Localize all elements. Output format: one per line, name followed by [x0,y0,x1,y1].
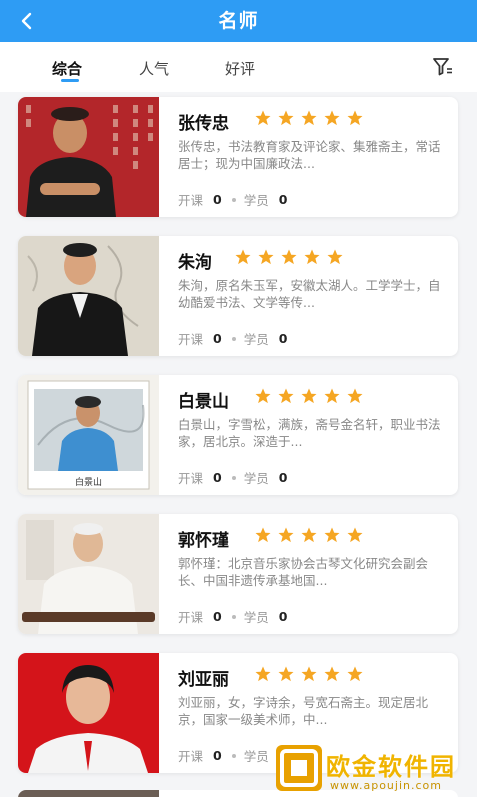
students-count: 0 [278,331,288,346]
teacher-photo [18,236,159,356]
separator-dot [231,475,236,480]
courses-count: 0 [213,609,222,624]
courses-count: 0 [213,748,222,763]
teacher-description: 朱洵，原名朱玉军，安徽太湖人。工学学士，自幼酷爱书法、文学等传... [178,278,441,310]
teacher-name: 郭怀瑾 [178,531,229,551]
courses-label: 开课 [178,471,204,486]
star-icon [303,248,321,266]
star-icon [254,109,272,127]
teacher-photo [18,514,159,634]
teacher-stats: 开课 0 学员 0 [178,329,293,348]
star-icon [257,248,275,266]
active-tab-indicator [61,79,79,82]
teacher-stats: 开课 0 学员 0 [178,468,293,487]
app-header: 名师 [0,0,477,42]
teacher-photo [18,97,159,217]
courses-count: 0 [213,331,222,346]
star-icon [323,526,341,544]
students-label: 学员 [243,471,269,486]
star-icon [277,665,295,683]
separator-dot [231,336,236,341]
rating-stars [254,109,364,129]
students-label: 学员 [243,193,269,208]
star-icon [346,109,364,127]
star-icon [323,109,341,127]
star-icon [280,248,298,266]
rating-stars [254,665,364,685]
teacher-photo: 白景山 [18,375,159,495]
students-label: 学员 [243,610,269,625]
tab-bar: 综合 人气 好评 [0,42,477,92]
teacher-stats: 开课 0 学员 0 [178,607,293,626]
star-icon [254,387,272,405]
tab-popularity[interactable]: 人气 [139,58,169,79]
courses-label: 开课 [178,610,204,625]
star-icon [346,526,364,544]
star-icon [234,248,252,266]
star-icon [346,665,364,683]
star-icon [300,387,318,405]
photo-caption: 白景山 [74,478,102,488]
courses-label: 开课 [178,193,204,208]
star-icon [323,387,341,405]
teacher-photo [18,790,159,797]
courses-count: 0 [213,470,222,485]
courses-count: 0 [213,192,222,207]
star-icon [300,665,318,683]
teacher-description: 张传忠，书法教育家及评论家、集雅斋主，常话居士；现为中国廉政法... [178,139,441,171]
teacher-card[interactable]: 白景山 白景山 白景山，字雪松，满族，斋号金名轩，职业书法家，居北京。深造于..… [18,375,458,495]
filter-button[interactable] [432,56,454,78]
watermark-logo-icon [276,745,322,791]
star-icon [346,387,364,405]
students-count: 0 [278,470,288,485]
teacher-description: 白景山，字雪松，满族，斋号金名轩，职业书法家，居北京。深造于... [178,417,441,449]
teacher-description: 郭怀瑾：北京音乐家协会古琴文化研究会副会长、中国非遗传承基地国... [178,556,429,588]
star-icon [300,109,318,127]
star-icon [277,387,295,405]
star-icon [254,526,272,544]
watermark: 欧金软件园 www.apoujin.com [276,745,472,795]
courses-label: 开课 [178,332,204,347]
separator-dot [231,614,236,619]
star-icon [277,526,295,544]
students-label: 学员 [243,332,269,347]
teacher-description: 刘亚丽，女，字诗余，号宽石斋主。现定居北京，国家一级美术师，中... [178,695,429,727]
teacher-card[interactable]: 朱洵 朱洵，原名朱玉军，安徽太湖人。工学学士，自幼酷爱书法、文学等传... 开课… [18,236,458,356]
rating-stars [254,526,364,546]
teacher-card[interactable]: 张传忠 张传忠，书法教育家及评论家、集雅斋主，常话居士；现为中国廉政法... 开… [18,97,458,217]
star-icon [323,665,341,683]
students-count: 0 [278,609,288,624]
tab-good-reviews[interactable]: 好评 [225,58,255,79]
rating-stars [234,248,344,268]
teacher-list: 张传忠 张传忠，书法教育家及评论家、集雅斋主，常话居士；现为中国廉政法... 开… [0,92,477,797]
filter-icon [433,58,452,76]
separator-dot [231,753,236,758]
watermark-text: 欧金软件园 [326,753,456,781]
courses-label: 开课 [178,749,204,764]
star-icon [254,665,272,683]
students-label: 学员 [243,749,269,764]
star-icon [326,248,344,266]
star-icon [277,109,295,127]
tab-comprehensive[interactable]: 综合 [52,58,82,79]
teacher-photo [18,653,159,773]
rating-stars [254,387,364,407]
teacher-stats: 开课 0 学员 0 [178,190,293,209]
star-icon [300,526,318,544]
separator-dot [231,197,236,202]
teacher-name: 张传忠 [178,114,229,134]
teacher-card[interactable]: 郭怀瑾 郭怀瑾：北京音乐家协会古琴文化研究会副会长、中国非遗传承基地国... 开… [18,514,458,634]
students-count: 0 [278,192,288,207]
teacher-name: 刘亚丽 [178,670,229,690]
page-title: 名师 [218,10,259,32]
teacher-name: 白景山 [178,392,229,412]
watermark-url: www.apoujin.com [330,779,442,792]
teacher-name: 朱洵 [178,253,212,273]
